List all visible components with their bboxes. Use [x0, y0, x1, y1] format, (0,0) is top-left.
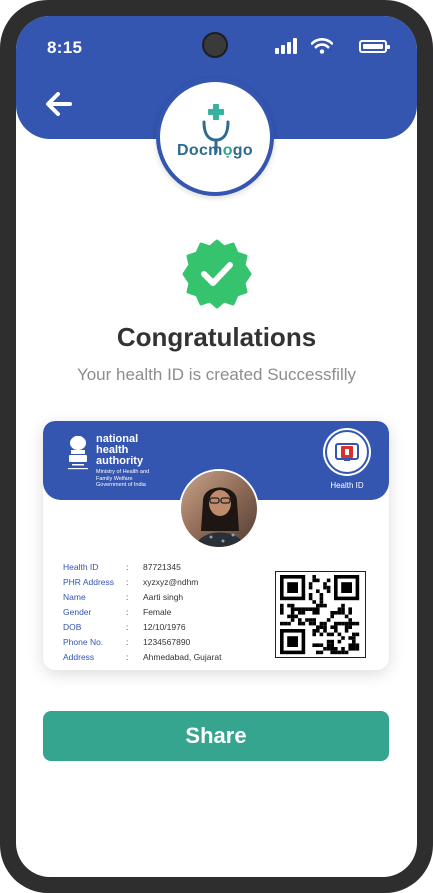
authority-name: national health authority [96, 433, 144, 467]
location-pin-icon: ọ [222, 142, 233, 159]
status-time: 8:15 [47, 38, 83, 57]
card-details: Health ID: 87721345 PHR Address: xyzxyz@ndh… [63, 562, 263, 667]
wifi-icon [311, 38, 333, 54]
detail-separator: : [126, 622, 129, 632]
detail-label: Name [63, 592, 86, 602]
government-name: Government of India [96, 482, 146, 488]
detail-row: DOB: 12/10/1976 [63, 622, 263, 637]
detail-row: Address: Ahmedabad, Gujarat [63, 652, 263, 667]
ministry-text: Ministry of Health and Family Welfare Gov… [96, 469, 156, 489]
detail-value: 87721345 [143, 562, 181, 572]
app-logo-text: Docmọgo [160, 142, 270, 160]
detail-row: Phone No.: 1234567890 [63, 637, 263, 652]
app-screen: 8:15 Docmọgo Congratulations Your health… [16, 16, 417, 877]
verified-badge-icon [182, 239, 252, 309]
detail-label: DOB [63, 622, 82, 632]
detail-separator: : [126, 577, 129, 587]
front-camera [202, 32, 228, 58]
detail-separator: : [126, 592, 129, 602]
detail-value: xyzxyz@ndhm [143, 577, 199, 587]
app-logo: Docmọgo [156, 78, 274, 196]
detail-value: Female [143, 607, 172, 617]
detail-value: Ahmedabad, Gujarat [143, 652, 222, 662]
detail-separator: : [126, 607, 129, 617]
battery-icon [359, 40, 390, 53]
success-title: Congratulations [116, 322, 317, 352]
detail-row: PHR Address: xyzxyz@ndhm [63, 577, 263, 592]
back-arrow-icon[interactable] [43, 88, 75, 120]
signal-icon [275, 38, 299, 54]
national-emblem-icon [68, 436, 88, 470]
detail-separator: : [126, 652, 129, 662]
logo-text-left: Docm [177, 142, 223, 159]
profile-photo [179, 469, 259, 549]
detail-separator: : [126, 637, 129, 647]
health-id-logo-icon [325, 430, 369, 474]
detail-label: PHR Address [63, 577, 115, 587]
detail-value: Aarti singh [143, 592, 184, 602]
ministry-name: Ministry of Health and Family Welfare [96, 469, 150, 482]
detail-separator: : [126, 562, 129, 572]
detail-value: 12/10/1976 [143, 622, 186, 632]
success-message: Your health ID is created Successfilly [76, 365, 357, 384]
status-bar: 8:15 [16, 16, 417, 76]
health-id-label: Health ID [330, 481, 364, 490]
detail-row: Health ID: 87721345 [63, 562, 263, 577]
phone-frame: 8:15 Docmọgo Congratulations Your health… [0, 0, 433, 893]
detail-value: 1234567890 [143, 637, 191, 647]
detail-row: Name: Aarti singh [63, 592, 263, 607]
detail-row: Gender: Female [63, 607, 263, 622]
qr-code [275, 571, 366, 658]
logo-text-right: go [232, 142, 253, 159]
share-button[interactable]: Share [43, 711, 389, 761]
detail-label: Gender [63, 607, 92, 617]
detail-label: Address [63, 652, 95, 662]
detail-label: Phone No. [63, 637, 104, 647]
status-icons [267, 38, 390, 54]
health-id-card: national health authority Ministry of He… [43, 421, 389, 670]
detail-label: Health ID [63, 562, 99, 572]
